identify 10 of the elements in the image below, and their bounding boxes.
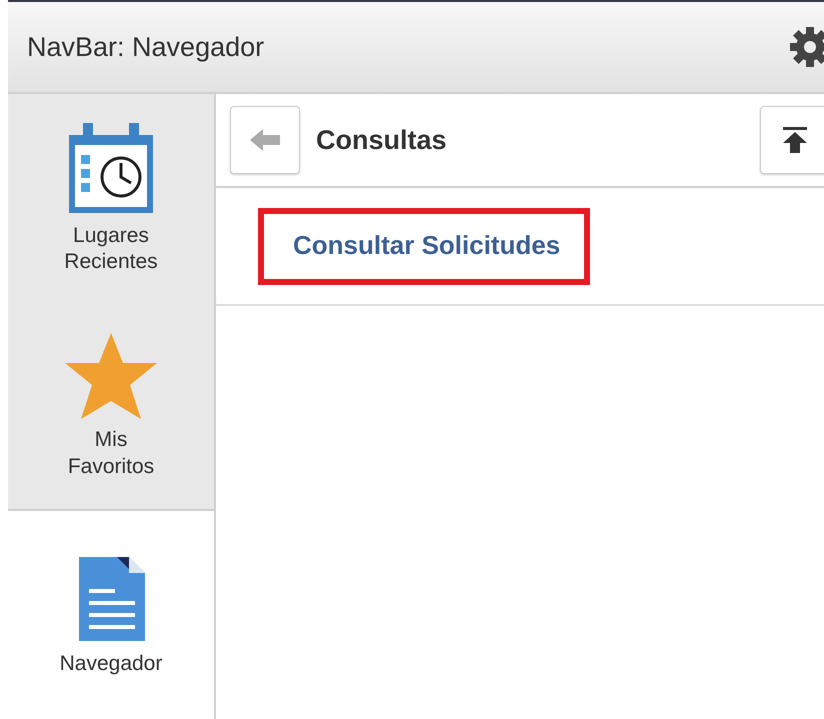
- star-icon: [63, 331, 159, 422]
- left-arrow-icon: [248, 127, 282, 153]
- panel-title: Consultas: [316, 124, 448, 156]
- sidebar-item[interactable]: Lugares Recientes: [8, 94, 214, 302]
- header-title: NavBar: Navegador: [27, 30, 264, 64]
- menu-link[interactable]: Consultar Solicitudes: [258, 208, 590, 284]
- settings-icon[interactable]: [788, 25, 824, 69]
- arrow-to-top-icon: [780, 125, 810, 155]
- sidebar-item[interactable]: Mis Favoritos: [8, 302, 214, 510]
- scroll-top-button[interactable]: [760, 106, 824, 174]
